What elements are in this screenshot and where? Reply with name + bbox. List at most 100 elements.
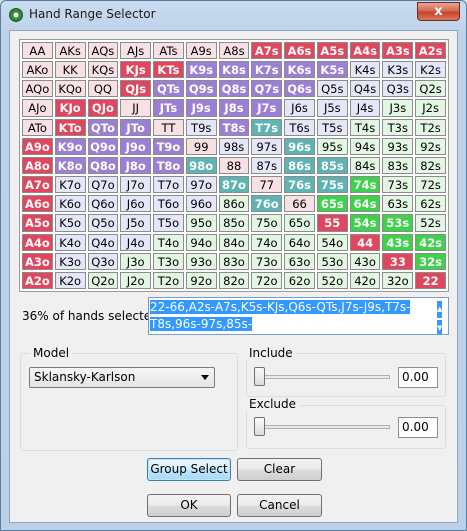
hand-cell[interactable]: AJs [120,42,152,60]
hand-cell[interactable]: 42s [415,233,446,251]
hand-cell[interactable]: 87o [218,176,250,194]
hand-cell[interactable]: T9s [185,118,217,136]
hand-cell[interactable]: 98o [185,156,217,175]
group-select-button[interactable]: Group Select [147,458,231,481]
hand-cell[interactable]: J2s [415,99,446,117]
hand-cell[interactable]: J4o [120,233,152,251]
hand-cell[interactable]: 63s [382,195,414,213]
hand-cell[interactable]: 82s [415,156,446,175]
hand-cell[interactable]: Q9s [185,80,217,98]
hand-cell[interactable]: 54s [349,214,381,232]
include-slider-thumb[interactable] [254,367,265,386]
hand-cell[interactable]: 87s [251,156,283,175]
hand-cell[interactable]: A6s [284,42,315,60]
hand-cell[interactable]: 97s [251,137,283,155]
hand-cell[interactable]: J3s [382,99,414,117]
hand-cell[interactable]: 44 [349,233,381,251]
hand-cell[interactable]: 32o [382,271,414,289]
hand-cell[interactable]: T5s [316,118,348,136]
hand-cell[interactable]: AKs [54,42,86,60]
hand-cell[interactable]: 53s [382,214,414,232]
hand-cell[interactable]: KTo [54,118,86,136]
hand-cell[interactable]: K4o [54,233,86,251]
clear-button[interactable]: Clear [237,458,322,481]
hand-cell[interactable]: 95o [185,214,217,232]
hand-cell[interactable]: A8s [218,42,250,60]
hand-cell[interactable]: T2s [415,118,446,136]
hand-cell[interactable]: A6o [22,195,53,213]
hand-cell[interactable]: K3o [54,252,86,270]
hand-cell[interactable]: 55 [316,214,348,232]
hand-cell[interactable]: QTo [87,118,119,136]
hand-cell[interactable]: KQo [54,80,86,98]
title-bar[interactable]: Hand Range Selector x [1,1,466,29]
hand-cell[interactable]: 82o [218,271,250,289]
hand-cell[interactable]: QTs [153,80,184,98]
hand-cell[interactable]: 32s [415,252,446,270]
exclude-value-field[interactable]: 0.00 [398,417,438,438]
hand-cell[interactable]: AJo [22,99,53,117]
hand-cell[interactable]: 93s [382,137,414,155]
hand-cell[interactable]: Q4s [349,80,381,98]
hand-cell[interactable]: 75s [316,176,348,194]
hand-cell[interactable]: 83s [382,156,414,175]
hand-cell[interactable]: T9o [153,137,184,155]
hand-cell[interactable]: A7o [22,176,53,194]
hand-cell[interactable]: J6s [284,99,315,117]
include-slider-track[interactable] [254,375,390,379]
hand-cell[interactable]: 92s [415,137,446,155]
hand-cell[interactable]: 84s [349,156,381,175]
hand-cell[interactable]: T6o [153,195,184,213]
hand-cell[interactable]: 76s [284,176,315,194]
hand-cell[interactable]: JTo [120,118,152,136]
hand-cell[interactable]: 94s [349,137,381,155]
hand-cell[interactable]: Q6o [87,195,119,213]
hand-cell[interactable]: 65o [284,214,315,232]
hand-cell[interactable]: A9s [185,42,217,60]
hand-cell[interactable]: 95s [316,137,348,155]
hand-cell[interactable]: A9o [22,137,53,155]
exclude-slider-thumb[interactable] [254,417,265,436]
scroll-up-icon[interactable]: ▲ [437,301,443,318]
include-value-field[interactable]: 0.00 [398,367,438,388]
hand-cell[interactable]: 65s [316,195,348,213]
hand-cell[interactable]: 88 [218,156,250,175]
hand-cell[interactable]: Q9o [87,137,119,155]
hand-cell[interactable]: J9o [120,137,152,155]
hand-cell[interactable]: 93o [185,252,217,270]
hand-cell[interactable]: KJo [54,99,86,117]
hand-cell[interactable]: 43s [382,233,414,251]
hand-cell[interactable]: A2s [415,42,446,60]
hand-cell[interactable]: 76o [251,195,283,213]
hand-cell[interactable]: A4o [22,233,53,251]
hand-cell[interactable]: K2s [415,61,446,79]
hand-cell[interactable]: J7o [120,176,152,194]
hand-cell[interactable]: KTs [153,61,184,79]
hand-cell[interactable]: A7s [251,42,283,60]
hand-cell[interactable]: A2o [22,271,53,289]
hand-cell[interactable]: T3s [382,118,414,136]
hand-cell[interactable]: 22 [415,271,446,289]
hand-cell[interactable]: 92o [185,271,217,289]
hand-cell[interactable]: K2o [54,271,86,289]
hand-cell[interactable]: Q4o [87,233,119,251]
hand-cell[interactable]: J8s [218,99,250,117]
exclude-slider-track[interactable] [254,425,390,429]
hand-cell[interactable]: A5o [22,214,53,232]
hand-cell[interactable]: Q3o [87,252,119,270]
hand-cell[interactable]: 74s [349,176,381,194]
hand-cell[interactable]: T3o [153,252,184,270]
hand-cell[interactable]: J5o [120,214,152,232]
hand-cell[interactable]: 73s [382,176,414,194]
hand-cell[interactable]: Q2o [87,271,119,289]
hand-cell[interactable]: KQs [87,61,119,79]
hand-cell[interactable]: 94o [185,233,217,251]
hand-cell[interactable]: 62o [284,271,315,289]
hand-cell[interactable]: 98s [218,137,250,155]
hand-cell[interactable]: J8o [120,156,152,175]
hand-cell[interactable]: A4s [349,42,381,60]
hand-cell[interactable]: ATo [22,118,53,136]
hand-cell[interactable]: KJs [120,61,152,79]
hand-cell[interactable]: T6s [284,118,315,136]
hand-cell[interactable]: AA [22,42,53,60]
